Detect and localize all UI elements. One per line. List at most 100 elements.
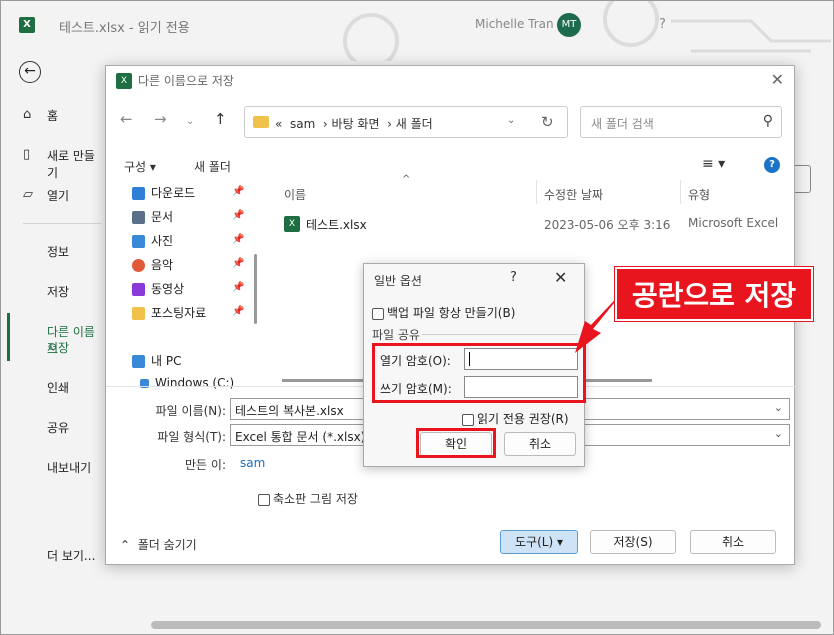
music-icon xyxy=(132,259,145,272)
sort-up-icon: ^ xyxy=(402,174,411,185)
file-sharing-group-label: 파일 공유 xyxy=(372,328,420,342)
column-header-type[interactable]: 유형 xyxy=(688,186,710,203)
horizontal-scrollbar[interactable] xyxy=(151,621,821,629)
nav-divider xyxy=(23,223,101,224)
backup-checkbox[interactable]: 백업 파일 항상 만들기(B) xyxy=(372,304,515,321)
checkbox xyxy=(258,493,270,506)
folder-open-icon: ▱ xyxy=(23,187,33,202)
file-type: Microsoft Excel xyxy=(688,216,779,230)
file-type-label: 파일 형식(T): xyxy=(157,430,226,444)
author-value[interactable]: sam xyxy=(240,456,265,470)
file-name-label: 파일 이름(N): xyxy=(155,404,226,418)
backstage-nav: ← ⌂ 홈 ▯ 새로 만들기 ▱ 열기 정보 저장 다른 이름으 저장 인쇄 공… xyxy=(1,49,101,634)
sidebar-item-documents[interactable]: 문서 xyxy=(132,208,173,226)
breadcrumb-item[interactable]: sam xyxy=(290,117,315,131)
sidebar-item-this-pc[interactable]: 내 PC xyxy=(132,352,181,370)
column-header-name[interactable]: 이름 xyxy=(284,186,306,203)
document-icon xyxy=(132,211,145,224)
forward-arrow-icon[interactable]: → xyxy=(154,110,167,128)
pin-icon[interactable]: 📌 xyxy=(232,210,244,221)
general-options-dialog: 일반 옵션 ? ✕ 백업 파일 항상 만들기(B) 파일 공유 열기 암호(O)… xyxy=(363,263,586,467)
nav-new[interactable]: 새로 만들기 xyxy=(47,147,101,181)
chevron-down-icon[interactable]: ⌄ xyxy=(186,116,194,127)
picture-icon xyxy=(132,235,145,248)
cancel-button[interactable]: 취소 xyxy=(690,530,776,554)
up-arrow-icon[interactable]: ↑ xyxy=(214,110,227,128)
address-bar[interactable]: « sam › 바탕 화면 › 새 폴더 ⌄ ↻ xyxy=(244,106,568,138)
search-icon: ⚲ xyxy=(762,113,773,129)
help-icon[interactable]: ? xyxy=(764,157,780,173)
pin-icon[interactable]: 📌 xyxy=(232,282,244,293)
decorative-circuit-pattern xyxy=(343,1,831,61)
excel-icon: X xyxy=(19,17,35,33)
chevron-down-icon: ⌄ xyxy=(773,427,783,440)
sidebar-item-downloads[interactable]: 다운로드 xyxy=(132,184,195,202)
back-arrow-icon[interactable]: ← xyxy=(120,110,133,128)
sidebar-item-music[interactable]: 음악 xyxy=(132,256,173,274)
user-name[interactable]: Michelle Tran xyxy=(475,17,554,31)
column-header-modified[interactable]: 수정한 날짜 xyxy=(544,186,603,203)
computer-icon xyxy=(132,355,145,368)
pin-icon[interactable]: 📌 xyxy=(232,258,244,269)
search-input[interactable]: 새 폴더 검색 ⚲ xyxy=(580,106,782,138)
pin-icon[interactable]: 📌 xyxy=(232,234,244,245)
column-divider[interactable] xyxy=(680,180,681,204)
file-modified: 2023-05-06 오후 3:16 xyxy=(544,218,671,232)
chevron-down-icon[interactable]: ⌄ xyxy=(507,115,515,126)
nav-save[interactable]: 저장 xyxy=(47,283,69,300)
title-bar: X 테스트.xlsx - 읽기 전용 Michelle Tran MT ? xyxy=(1,1,833,61)
nav-info[interactable]: 정보 xyxy=(47,243,69,260)
nav-open[interactable]: 열기 xyxy=(47,187,69,204)
active-nav-indicator xyxy=(7,313,10,361)
refresh-icon[interactable]: ↻ xyxy=(541,113,554,131)
excel-window: X 테스트.xlsx - 읽기 전용 Michelle Tran MT ? ← … xyxy=(0,0,834,635)
breadcrumb-item[interactable]: 새 폴더 xyxy=(396,117,433,131)
new-doc-icon: ▯ xyxy=(23,147,31,162)
back-arrow-icon[interactable]: ← xyxy=(19,61,41,83)
annotation-callout: 공란으로 저장 xyxy=(615,267,813,321)
folder-icon xyxy=(253,116,269,128)
view-options-icon[interactable]: ≡ ▾ xyxy=(702,156,725,172)
sidebar-item-pictures[interactable]: 사진 xyxy=(132,232,173,250)
close-icon[interactable]: ✕ xyxy=(771,70,784,89)
options-title: 일반 옵션 xyxy=(374,274,422,288)
nav-print[interactable]: 인쇄 xyxy=(47,379,69,396)
folder-icon xyxy=(132,307,145,320)
read-only-checkbox[interactable]: 읽기 전용 권장(R) xyxy=(462,410,569,427)
divider xyxy=(422,334,578,335)
nav-share[interactable]: 공유 xyxy=(47,419,69,436)
chevron-down-icon: ⌄ xyxy=(773,401,783,414)
dialog-title: 다른 이름으로 저장 xyxy=(138,74,234,88)
sidebar-item-drive-c[interactable]: Windows (C:) xyxy=(140,376,234,390)
tools-button[interactable]: 도구(L) ▾ xyxy=(500,530,578,554)
highlight-box-passwords xyxy=(372,343,586,403)
file-name: 테스트.xlsx xyxy=(306,218,367,232)
video-icon xyxy=(132,283,145,296)
navigation-pane: 다운로드 📌 문서 📌 사진 📌 음악 📌 동영상 📌 포스팅자료 📌 내 PC… xyxy=(106,180,256,390)
file-row[interactable]: X 테스트.xlsx 2023-05-06 오후 3:16 Microsoft … xyxy=(266,214,794,234)
download-icon xyxy=(132,187,145,200)
help-icon[interactable]: ? xyxy=(510,270,517,285)
nav-save-as-line2[interactable]: 저장 xyxy=(47,339,69,356)
sidebar-scrollbar[interactable] xyxy=(254,254,257,324)
pin-icon[interactable]: 📌 xyxy=(232,306,244,317)
hide-folders-toggle[interactable]: ⌃ 폴더 숨기기 xyxy=(120,536,197,553)
excel-file-icon: X xyxy=(284,216,300,232)
pin-icon[interactable]: 📌 xyxy=(232,186,244,197)
nav-more[interactable]: 더 보기... xyxy=(47,547,95,564)
cancel-button[interactable]: 취소 xyxy=(504,432,576,456)
column-divider[interactable] xyxy=(536,180,537,204)
sidebar-item-posting[interactable]: 포스팅자료 xyxy=(132,304,206,322)
save-thumbnail-checkbox[interactable]: 축소판 그림 저장 xyxy=(258,490,358,507)
organize-button[interactable]: 구성 ▾ xyxy=(124,158,156,175)
close-icon[interactable]: ✕ xyxy=(554,268,567,287)
avatar[interactable]: MT xyxy=(557,13,581,37)
save-button[interactable]: 저장(S) xyxy=(590,530,676,554)
author-label: 만든 이: xyxy=(185,458,226,472)
help-icon[interactable]: ? xyxy=(659,17,666,32)
sidebar-item-videos[interactable]: 동영상 xyxy=(132,280,184,298)
new-folder-button[interactable]: 새 폴더 xyxy=(194,158,231,175)
nav-export[interactable]: 내보내기 xyxy=(47,459,91,476)
breadcrumb-item[interactable]: 바탕 화면 xyxy=(332,117,380,131)
nav-home[interactable]: 홈 xyxy=(47,107,58,124)
